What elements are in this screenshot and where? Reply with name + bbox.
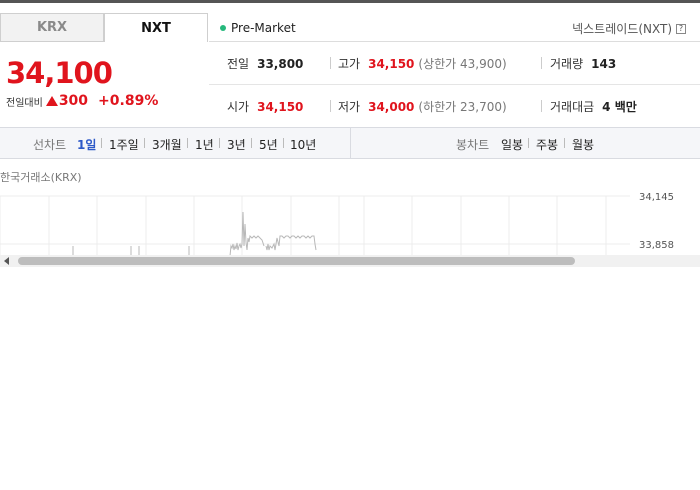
chart-source: 한국거래소(KRX): [0, 171, 82, 184]
stat-prev-close: 전일 33,800: [227, 56, 304, 72]
candle-daily[interactable]: 일봉: [501, 136, 523, 153]
toolbar-divider: [350, 128, 351, 158]
stats-divider: [209, 84, 700, 85]
tab-nxt[interactable]: NXT: [104, 13, 208, 42]
help-icon[interactable]: ?: [676, 23, 686, 34]
change-value: 300: [58, 93, 89, 109]
stat-amount: 거래대금 4 백만: [550, 100, 637, 114]
period-3m[interactable]: 3개월: [152, 136, 182, 153]
scroll-left-icon[interactable]: [4, 257, 9, 265]
stat-open: 시가 34,150: [227, 99, 304, 115]
candle-chart-label: 봉차트: [456, 138, 490, 152]
toolbar-separator: [283, 138, 284, 148]
scroll-thumb[interactable]: [18, 257, 575, 265]
period-5y[interactable]: 5년: [259, 136, 278, 153]
toolbar-separator: [528, 138, 529, 148]
top-border: [0, 0, 700, 3]
toolbar-separator: [101, 138, 102, 148]
toolbar-separator: [219, 138, 220, 148]
price-change: 전일대비 300 +0.89%: [6, 93, 158, 109]
nxt-info-link[interactable]: 넥스트레이드(NXT) ?: [572, 20, 686, 37]
price-chart: 34,145 33,858: [0, 192, 674, 256]
toolbar-separator: [564, 138, 565, 148]
candle-monthly[interactable]: 월봉: [572, 136, 594, 153]
current-price: 34,100: [6, 56, 113, 90]
toolbar-separator: [251, 138, 252, 148]
market-tabs: KRX NXT: [0, 13, 209, 42]
session-status: Pre-Market: [220, 21, 296, 35]
up-triangle-icon: [45, 96, 58, 106]
chart-toolbar: 선차트 1일 1주일 3개월 1년 3년 5년 10년 봉차트 일봉 주봉 월봉: [0, 127, 700, 159]
y-tick-label: 33,858: [639, 240, 674, 251]
stat-high: 고가 34,150 (상한가 43,900): [338, 56, 507, 72]
status-dot-icon: [220, 25, 226, 31]
tab-krx[interactable]: KRX: [0, 13, 104, 42]
nxt-link-label: 넥스트레이드(NXT): [572, 22, 672, 36]
change-percent: +0.89%: [98, 93, 159, 109]
period-1y[interactable]: 1년: [195, 136, 214, 153]
stat-separator: [541, 57, 542, 69]
period-1d[interactable]: 1일: [77, 136, 96, 153]
period-3y[interactable]: 3년: [227, 136, 246, 153]
session-label: Pre-Market: [231, 21, 296, 35]
stat-separator: [541, 100, 542, 112]
stat-volume: 거래량 143: [550, 56, 617, 72]
y-tick-label: 34,145: [639, 192, 674, 203]
line-chart-label: 선차트: [33, 138, 67, 152]
stat-separator: [330, 57, 331, 69]
change-label: 전일대비: [6, 97, 43, 109]
stat-low: 저가 34,000 (하한가 23,700): [338, 99, 507, 115]
toolbar-separator: [187, 138, 188, 148]
period-10y[interactable]: 10년: [290, 136, 316, 153]
chart-scrollbar[interactable]: [0, 255, 700, 267]
period-1w[interactable]: 1주일: [109, 136, 139, 153]
candle-weekly[interactable]: 주봉: [536, 136, 558, 153]
tabs-divider: [209, 41, 700, 42]
toolbar-separator: [144, 138, 145, 148]
stat-separator: [330, 100, 331, 112]
